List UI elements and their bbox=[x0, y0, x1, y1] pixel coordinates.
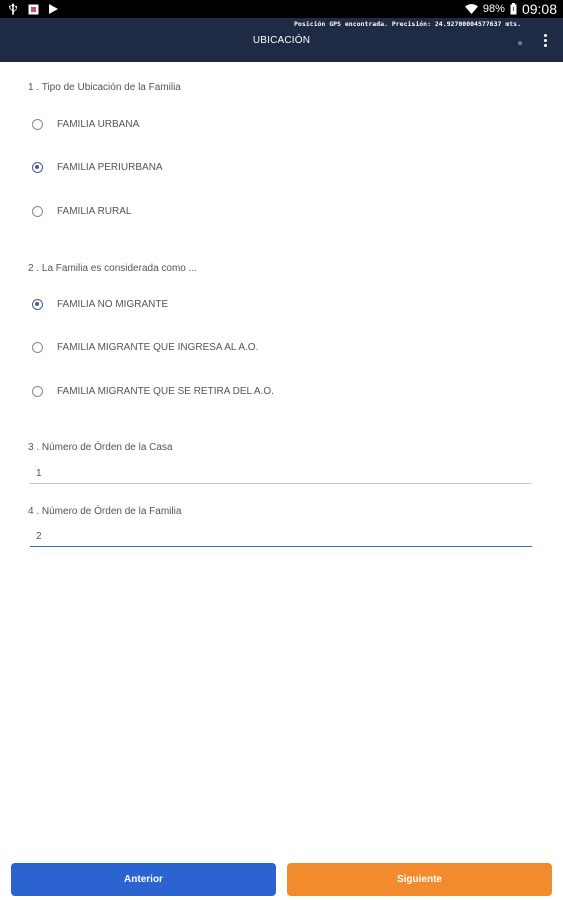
option-label: FAMILIA MIGRANTE QUE INGRESA AL A.O. bbox=[57, 341, 259, 353]
radio-button[interactable] bbox=[32, 118, 43, 130]
clock: 09:08 bbox=[521, 1, 557, 17]
option-label: FAMILIA NO MIGRANTE bbox=[57, 298, 169, 310]
radio-button[interactable] bbox=[32, 341, 43, 353]
radio-button[interactable] bbox=[32, 385, 43, 397]
app-bar: Posición GPS encontrada. Precisión: 24.9… bbox=[0, 18, 563, 62]
radio-button[interactable] bbox=[32, 205, 43, 217]
system-icons: 98% 09:08 bbox=[464, 1, 557, 17]
option-familia-rural[interactable]: FAMILIA RURAL bbox=[32, 202, 131, 220]
usb-icon bbox=[8, 3, 17, 15]
option-familia-migrante-retira[interactable]: FAMILIA MIGRANTE QUE SE RETIRA DEL A.O. bbox=[32, 382, 274, 400]
battery-icon bbox=[510, 3, 517, 15]
question-4-title: 4 . Número de Órden de la Familia bbox=[28, 506, 182, 517]
next-button[interactable]: Siguiente bbox=[287, 863, 552, 896]
option-familia-migrante-ingresa[interactable]: FAMILIA MIGRANTE QUE INGRESA AL A.O. bbox=[32, 338, 258, 356]
app-notification-icon bbox=[28, 4, 39, 14]
previous-button[interactable]: Anterior bbox=[11, 863, 276, 896]
option-familia-urbana[interactable]: FAMILIA URBANA bbox=[32, 115, 139, 133]
option-label: FAMILIA PERIURBANA bbox=[57, 161, 163, 173]
option-familia-periurbana[interactable]: FAMILIA PERIURBANA bbox=[32, 158, 163, 176]
notification-icons bbox=[8, 2, 58, 16]
question-2-title: 2 . La Familia es considerada como ... bbox=[28, 263, 197, 274]
gps-status-message: Posición GPS encontrada. Precisión: 24.9… bbox=[294, 20, 521, 28]
option-label: FAMILIA RURAL bbox=[57, 205, 132, 217]
option-label: FAMILIA URBANA bbox=[57, 118, 140, 130]
option-familia-no-migrante[interactable]: FAMILIA NO MIGRANTE bbox=[32, 295, 168, 313]
play-store-icon bbox=[49, 4, 58, 14]
status-bar: 98% 09:08 bbox=[0, 0, 563, 18]
house-order-number-input[interactable] bbox=[30, 464, 532, 484]
battery-percentage: 98% bbox=[482, 3, 505, 15]
page-title: UBICACIÓN bbox=[252, 35, 311, 46]
overflow-menu-icon[interactable] bbox=[541, 34, 549, 48]
radio-button-selected[interactable] bbox=[32, 298, 43, 310]
bullet-icon: ● bbox=[516, 38, 523, 49]
family-order-number-input[interactable] bbox=[30, 527, 532, 547]
question-1-title: 1 . Tipo de Ubicación de la Familia bbox=[28, 82, 181, 93]
question-3-title: 3 . Número de Órden de la Casa bbox=[28, 442, 173, 453]
radio-button-selected[interactable] bbox=[32, 161, 43, 173]
wifi-icon bbox=[464, 4, 478, 14]
option-label: FAMILIA MIGRANTE QUE SE RETIRA DEL A.O. bbox=[57, 385, 274, 397]
